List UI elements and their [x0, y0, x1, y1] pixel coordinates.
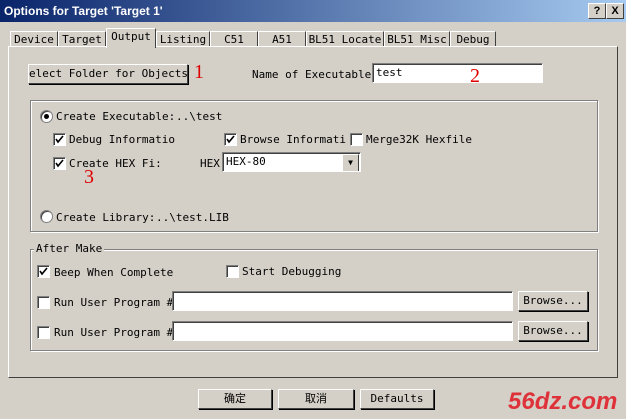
create-exe-path: ..\test [176, 110, 223, 123]
hex-format-value: HEX-80 [226, 155, 266, 168]
tab-output[interactable]: Output [106, 28, 156, 48]
checkmark-icon [39, 267, 48, 276]
debug-info-checkbox[interactable] [53, 133, 66, 146]
after-make-group-label: After Make [34, 242, 105, 255]
run-user2-label: Run User Program #2 [54, 326, 180, 339]
tab-a51[interactable]: A51 [258, 31, 306, 47]
create-hex-checkbox[interactable] [53, 157, 66, 170]
tab-bl51-locate[interactable]: BL51 Locate [306, 31, 384, 47]
chevron-down-icon[interactable]: ▼ [342, 154, 359, 171]
cancel-button[interactable]: 取消 [278, 389, 354, 409]
select-folder-button[interactable]: elect Folder for Objects... [28, 64, 188, 84]
browse-user2-button[interactable]: Browse... [518, 321, 588, 341]
select-folder-label: elect Folder for Objects... [29, 67, 188, 80]
create-hex-label: Create HEX Fi: [69, 157, 162, 170]
title-bar: Options for Target 'Target 1' ? X [0, 0, 626, 22]
tab-target[interactable]: Target [58, 31, 106, 47]
checkmark-icon [55, 135, 64, 144]
start-debug-checkbox[interactable] [226, 265, 239, 278]
debug-info-label: Debug Informatio [69, 133, 175, 146]
tab-debug[interactable]: Debug [450, 31, 496, 47]
start-debug-label: Start Debugging [242, 265, 342, 278]
annotation-1: 1 [194, 61, 204, 83]
close-button[interactable]: X [606, 3, 624, 19]
run-user2-checkbox[interactable] [37, 326, 50, 339]
beep-label: Beep When Complete [54, 266, 174, 279]
watermark: 56dz.com [508, 388, 618, 415]
annotation-2: 2 [470, 65, 480, 87]
tab-listing[interactable]: Listing [156, 31, 210, 47]
ok-button[interactable]: 确定 [198, 389, 272, 409]
name-exe-label: Name of Executable: [252, 68, 378, 81]
create-lib-label: Create Library: [56, 211, 156, 224]
annotation-3: 3 [84, 166, 94, 188]
create-lib-radio[interactable] [40, 210, 53, 223]
create-exe-label: Create Executable: [56, 110, 176, 123]
run-user1-input[interactable] [172, 291, 513, 311]
run-user1-label: Run User Program #1 [54, 296, 180, 309]
beep-checkbox[interactable] [37, 265, 50, 278]
browse-user1-button[interactable]: Browse... [518, 291, 588, 311]
tab-c51[interactable]: C51 [210, 31, 258, 47]
defaults-button[interactable]: Defaults [360, 389, 434, 409]
help-button[interactable]: ? [588, 3, 606, 19]
browse-info-checkbox[interactable] [224, 133, 237, 146]
tab-device[interactable]: Device [10, 31, 58, 47]
merge32k-label: Merge32K Hexfile [366, 133, 472, 146]
tab-bl51-misc[interactable]: BL51 Misc [384, 31, 450, 47]
radio-selected-dot [44, 114, 49, 119]
checkmark-icon [226, 135, 235, 144]
name-exe-input[interactable]: test [372, 63, 543, 83]
create-lib-path: ..\test.LIB [156, 211, 229, 224]
create-exe-radio[interactable] [40, 110, 53, 123]
run-user2-input[interactable] [172, 321, 513, 341]
hex-format-label: HEX [200, 157, 220, 170]
merge32k-checkbox[interactable] [350, 133, 363, 146]
run-user1-checkbox[interactable] [37, 296, 50, 309]
window-title: Options for Target 'Target 1' [4, 4, 163, 18]
checkmark-icon [55, 159, 64, 168]
hex-format-select[interactable]: HEX-80 ▼ [222, 152, 361, 172]
browse-info-label: Browse Informati [240, 133, 346, 146]
